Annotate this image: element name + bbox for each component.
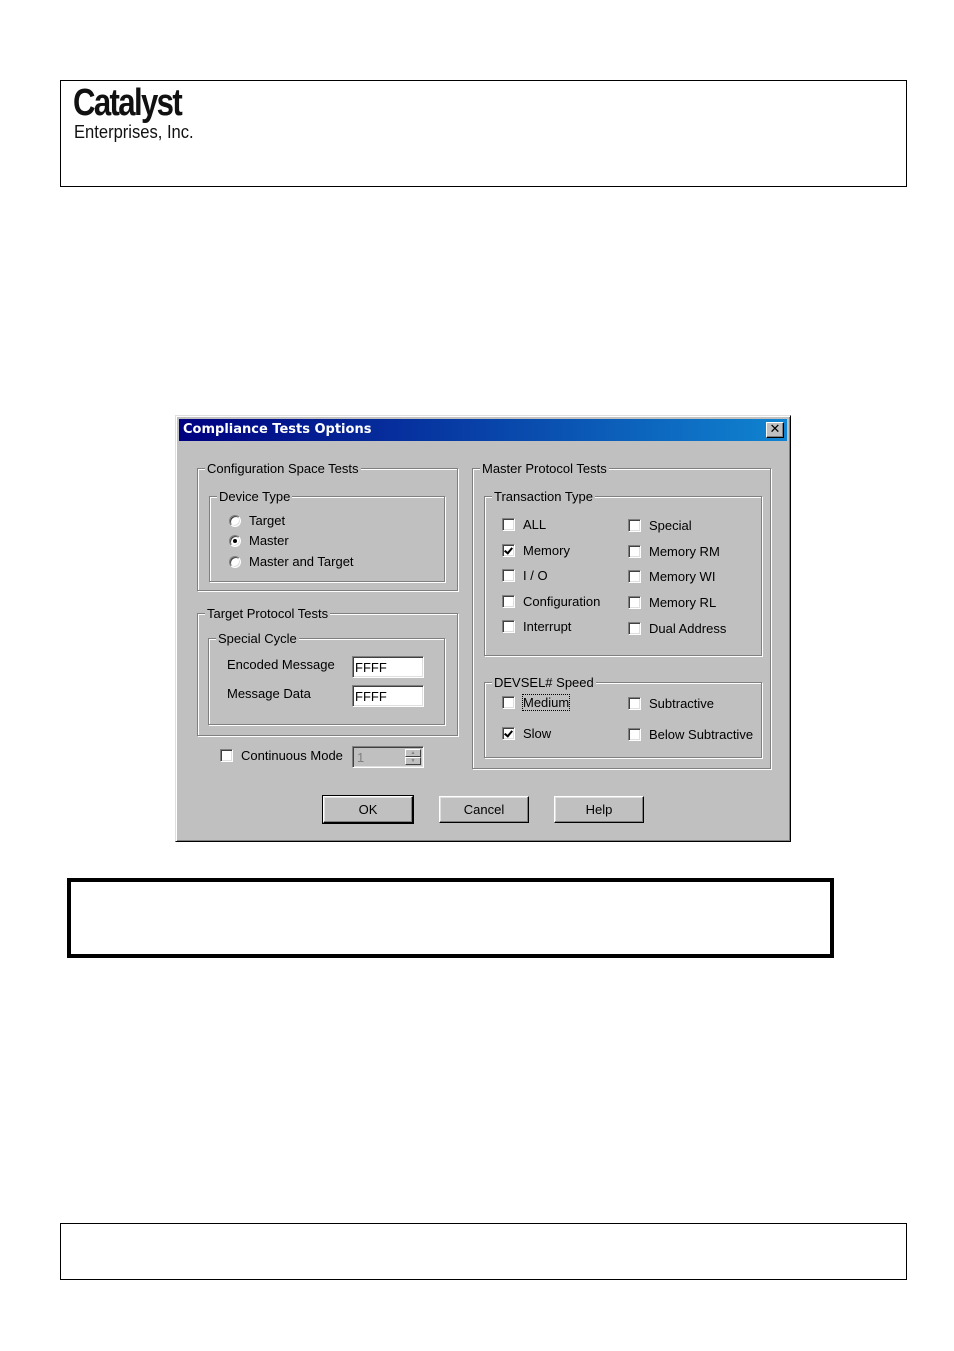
checkbox-slow-label: Slow [523,726,552,741]
checkbox-icon[interactable] [628,545,641,558]
devsel-speed-group: DEVSEL# Speed Medium Subtractive Slow Be… [484,675,762,758]
target-protocol-tests-group: Target Protocol Tests Special Cycle Enco… [197,606,458,736]
page-footer [60,1223,907,1280]
message-data-input[interactable]: FFFF [352,685,424,707]
encoded-message-input[interactable]: FFFF [352,656,424,678]
checkbox-interrupt-label: Interrupt [523,619,572,634]
checkbox-configuration-label: Configuration [523,594,601,609]
device-type-label: Device Type [217,489,293,504]
dialog-title: Compliance Tests Options [183,422,372,437]
checkbox-icon[interactable] [628,728,641,741]
checkbox-dual-address[interactable]: Dual Address [628,621,726,636]
checkbox-checked-icon[interactable] [502,727,515,740]
radio-target-label: Target [249,513,286,528]
checkbox-special[interactable]: Special [628,518,692,533]
checkbox-special-label: Special [649,518,692,533]
master-protocol-tests-label: Master Protocol Tests [480,461,609,476]
checkbox-memory-label: Memory [523,543,570,558]
checkbox-memory-wi-label: Memory WI [649,569,716,584]
transaction-type-group: Transaction Type ALL Memory I / O Config… [484,489,762,656]
radio-button-selected-icon[interactable] [229,534,241,547]
checkbox-all-label: ALL [523,517,547,532]
radio-button-icon[interactable] [229,514,241,527]
radio-master[interactable]: Master [229,533,289,548]
device-type-group: Device Type Target Master Master and Tar… [209,489,445,582]
logo-main-text: Catalyst [73,82,183,124]
checkbox-all[interactable]: ALL [502,517,546,532]
radio-master-label: Master [249,533,289,548]
checkbox-memory-wi[interactable]: Memory WI [628,569,715,584]
spinner-up-button[interactable]: ▲ [405,749,421,757]
checkbox-icon[interactable] [628,697,641,710]
checkbox-icon[interactable] [502,595,515,608]
checkbox-icon[interactable] [628,622,641,635]
radio-master-and-target-label: Master and Target [249,554,354,569]
help-button[interactable]: Help [554,796,644,823]
checkbox-memory-rl-label: Memory RL [649,595,717,610]
checkbox-medium[interactable]: Medium [502,694,571,711]
continuous-mode-spinner[interactable]: 1 ▲ ▼ [352,746,424,768]
checkbox-memory-rm-label: Memory RM [649,544,720,559]
checkbox-io[interactable]: I / O [502,568,548,583]
radio-target[interactable]: Target [229,513,285,528]
checkbox-configuration[interactable]: Configuration [502,594,600,609]
checkbox-checked-icon[interactable] [502,544,515,557]
close-icon: ✕ [769,422,781,437]
page-header: Catalyst Enterprises, Inc. [60,80,907,187]
checkbox-icon[interactable] [502,620,515,633]
spinner-down-button[interactable]: ▼ [405,757,421,765]
target-protocol-tests-label: Target Protocol Tests [205,606,331,621]
spinner-up-icon: ▲ [410,750,416,756]
configuration-space-tests-group: Configuration Space Tests Device Type Ta… [197,461,458,591]
checkbox-memory-rl[interactable]: Memory RL [628,595,716,610]
devsel-speed-label: DEVSEL# Speed [492,675,596,690]
ok-button[interactable]: OK [322,795,414,824]
note-box [67,878,834,958]
spinner-value: 1 [357,750,365,765]
checkbox-icon[interactable] [220,749,233,762]
checkbox-icon[interactable] [628,570,641,583]
checkbox-interrupt[interactable]: Interrupt [502,619,571,634]
cancel-button[interactable]: Cancel [439,796,529,823]
checkbox-dual-address-label: Dual Address [649,621,727,636]
checkbox-subtractive-label: Subtractive [649,696,715,711]
dialog-client-area: Configuration Space Tests Device Type Ta… [179,443,787,838]
radio-master-and-target[interactable]: Master and Target [229,554,354,569]
checkbox-io-label: I / O [523,568,548,583]
checkbox-below-subtractive[interactable]: Below Subtractive [628,727,753,742]
master-protocol-tests-group: Master Protocol Tests Transaction Type A… [472,461,771,769]
dialog-titlebar[interactable]: Compliance Tests Options ✕ [179,419,787,441]
continuous-mode-checkbox[interactable]: Continuous Mode [220,748,343,763]
company-logo: Catalyst Enterprises, Inc. [73,83,205,141]
logo-sub-text: Enterprises, Inc. [74,122,194,142]
checkbox-memory[interactable]: Memory [502,543,570,558]
encoded-message-label: Encoded Message [227,657,335,672]
special-cycle-label: Special Cycle [216,631,299,646]
transaction-type-label: Transaction Type [492,489,595,504]
checkbox-icon[interactable] [628,519,641,532]
configuration-space-tests-label: Configuration Space Tests [205,461,361,476]
checkbox-icon[interactable] [502,696,515,709]
checkbox-slow[interactable]: Slow [502,726,551,741]
special-cycle-group: Special Cycle Encoded Message FFFF Messa… [208,631,445,725]
checkbox-icon[interactable] [628,596,641,609]
radio-button-icon[interactable] [229,555,241,568]
checkbox-icon[interactable] [502,518,515,531]
checkbox-medium-label: Medium [521,694,571,711]
close-button[interactable]: ✕ [766,422,784,438]
spinner-down-icon: ▼ [410,758,416,764]
message-data-label: Message Data [227,686,311,701]
compliance-tests-options-dialog: Compliance Tests Options ✕ Configuration… [175,415,791,842]
checkbox-below-subtractive-label: Below Subtractive [649,727,754,742]
checkbox-subtractive[interactable]: Subtractive [628,696,714,711]
checkbox-icon[interactable] [502,569,515,582]
continuous-mode-label: Continuous Mode [241,748,343,763]
checkbox-memory-rm[interactable]: Memory RM [628,544,720,559]
